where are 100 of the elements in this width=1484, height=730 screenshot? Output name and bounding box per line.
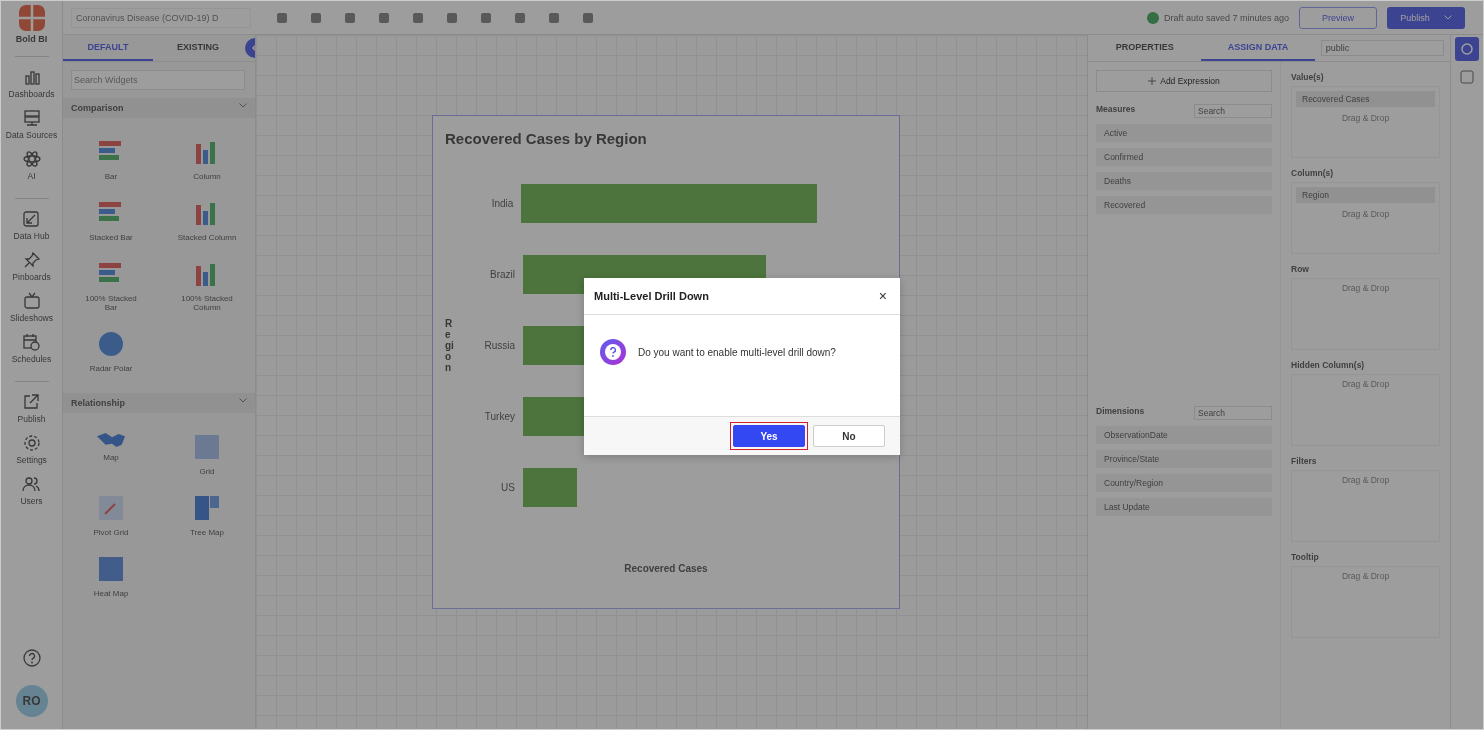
widget-item[interactable]: Grid — [159, 433, 255, 476]
confirm-button[interactable]: Yes — [733, 425, 805, 447]
nav-item[interactable]: Users — [20, 470, 43, 511]
widget-item[interactable]: Radar Polar — [63, 330, 159, 373]
panel-tab[interactable]: PROPERTIES — [1088, 35, 1202, 61]
server-icon — [22, 109, 41, 127]
drop-zone[interactable]: Drag & Drop — [1291, 470, 1440, 542]
nav-item[interactable]: Pinboards — [12, 246, 51, 287]
section-title: Column(s) — [1291, 168, 1335, 178]
widget-item[interactable]: 100% Stacked Bar — [63, 260, 159, 312]
field-chip[interactable]: Region — [1296, 187, 1435, 203]
toolbar-icon[interactable] — [411, 10, 425, 25]
tv-icon — [22, 292, 41, 310]
nav-item[interactable]: Publish — [17, 388, 46, 429]
chevron-icon — [239, 103, 247, 108]
widget-item[interactable]: Stacked Bar — [63, 199, 159, 242]
chevron-icon — [239, 398, 247, 403]
question-icon — [600, 339, 626, 365]
drop-hint: Drag & Drop — [1341, 379, 1390, 389]
panel-tab[interactable]: EXISTING — [153, 35, 243, 61]
pivot-grid-icon — [97, 494, 125, 522]
publish-button[interactable]: Publish — [1387, 6, 1465, 29]
drop-hint: Drag & Drop — [1341, 283, 1390, 293]
section-header[interactable]: Comparison — [63, 98, 255, 118]
bar-chart-icon — [22, 68, 41, 86]
drop-hint: Drag & Drop — [1341, 113, 1390, 123]
toolbar-icon[interactable] — [513, 10, 527, 25]
panel-tab[interactable]: ASSIGN DATA — [1201, 35, 1315, 61]
drop-zone[interactable]: Recovered Cases Drag & Drop — [1291, 86, 1440, 158]
search-field[interactable]: Search — [1194, 104, 1272, 118]
section-title: Row — [1291, 264, 1310, 274]
widget-item[interactable]: Heat Map — [63, 555, 159, 598]
toolbar-icon[interactable] — [445, 10, 459, 25]
category-label: Brazil — [489, 268, 515, 280]
section-title: Hidden Column(s) — [1291, 360, 1366, 370]
search-field[interactable]: Search — [1194, 406, 1272, 420]
widget-item[interactable]: Pivot Grid — [63, 494, 159, 537]
search-field[interactable]: Search Widgets — [71, 70, 245, 90]
panel-tab[interactable]: DEFAULT — [63, 35, 153, 61]
drop-hint: Drag & Drop — [1341, 571, 1390, 581]
field-item[interactable]: Active — [1096, 124, 1272, 142]
treemap-icon — [193, 494, 221, 522]
preview-button[interactable]: Preview — [1299, 6, 1377, 29]
nav-item[interactable]: Schedules — [11, 328, 52, 369]
field-item[interactable]: Province/State — [1096, 450, 1272, 468]
toolbar-icon[interactable] — [275, 10, 289, 25]
drop-zone[interactable]: Region Drag & Drop — [1291, 182, 1440, 254]
status-dot-icon — [1146, 11, 1159, 24]
drop-zone[interactable]: Drag & Drop — [1291, 278, 1440, 350]
user-avatar[interactable]: RO — [15, 685, 48, 717]
nav-item[interactable]: Settings — [16, 429, 47, 470]
dialog-message: Do you want to enable multi-level drill down? — [638, 347, 836, 358]
field-item[interactable]: Deaths — [1096, 172, 1272, 190]
widget-item[interactable]: Column — [159, 138, 255, 181]
chart-title: Recovered Cases by Region — [445, 130, 648, 147]
data-source-dropdown[interactable]: public — [1320, 40, 1444, 56]
toolbar-icon[interactable] — [581, 10, 595, 25]
atom-icon — [22, 150, 41, 168]
close-button[interactable]: × — [875, 288, 890, 304]
category-label: Turkey — [483, 410, 515, 422]
plus-icon — [1148, 77, 1157, 85]
dashboard-title-field[interactable]: Coronavirus Disease (COVID-19) D — [71, 7, 251, 28]
section-title: Value(s) — [1291, 72, 1325, 82]
map-icon — [97, 433, 125, 447]
logo-text: Bold BI — [15, 34, 48, 44]
nav-item[interactable]: Slideshows — [10, 287, 53, 328]
category-label: India — [490, 197, 514, 209]
drop-zone[interactable]: Drag & Drop — [1291, 566, 1440, 638]
toolbar-icon[interactable] — [479, 10, 493, 25]
toolbar-icon[interactable] — [377, 10, 391, 25]
toolbar-icon[interactable] — [547, 10, 561, 25]
section-title: Tooltip — [1291, 552, 1320, 562]
calendar-icon — [22, 333, 41, 351]
pin-icon — [22, 251, 41, 269]
cancel-button[interactable]: No — [813, 425, 885, 447]
add-expression-button[interactable]: Add Expression — [1096, 70, 1272, 92]
radar-chart-icon — [97, 330, 125, 358]
toolbar-icon[interactable] — [309, 10, 323, 25]
field-item[interactable]: Country/Region — [1096, 474, 1272, 492]
toolbar-icon[interactable] — [343, 10, 357, 25]
group-title: Dimensions — [1096, 406, 1145, 418]
nav-item[interactable]: Data Sources — [5, 104, 58, 145]
widget-item[interactable]: Tree Map — [159, 494, 255, 537]
help-icon[interactable] — [22, 649, 41, 667]
field-item[interactable]: Confirmed — [1096, 148, 1272, 166]
field-item[interactable]: Recovered — [1096, 196, 1272, 214]
field-chip[interactable]: Recovered Cases — [1296, 91, 1435, 107]
logo-icon — [18, 5, 45, 31]
nav-item[interactable]: AI — [22, 145, 41, 186]
widget-item[interactable]: 100% Stacked Column — [159, 260, 255, 312]
drop-zone[interactable]: Drag & Drop — [1291, 374, 1440, 446]
widget-item[interactable]: Map — [63, 433, 159, 476]
field-item[interactable]: ObservationDate — [1096, 426, 1272, 444]
widget-item[interactable]: Stacked Column — [159, 199, 255, 242]
section-header[interactable]: Relationship — [63, 393, 255, 413]
share-icon — [22, 393, 41, 411]
nav-item[interactable]: Data Hub — [13, 205, 50, 246]
widget-item[interactable]: Bar — [63, 138, 159, 181]
field-item[interactable]: Last Update — [1096, 498, 1272, 516]
nav-item[interactable]: Dashboards — [8, 63, 55, 104]
